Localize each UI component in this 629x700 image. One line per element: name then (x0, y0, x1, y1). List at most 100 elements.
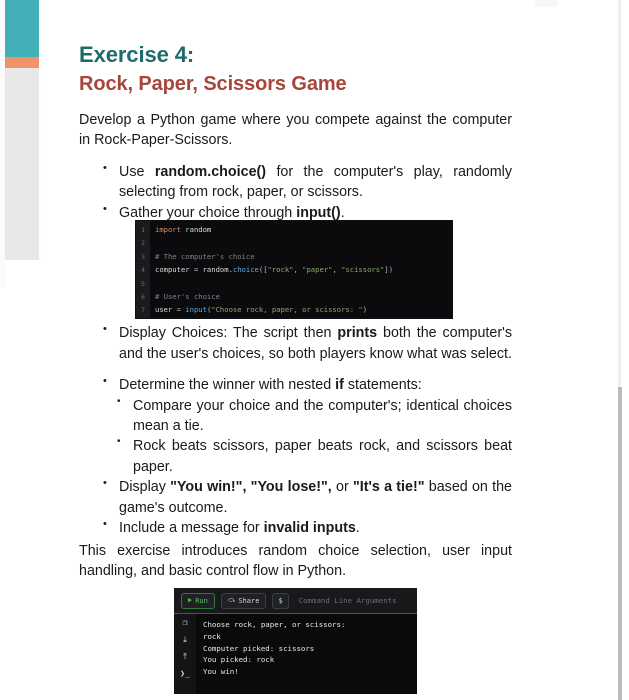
code-line-content: # The computer's choice (150, 252, 255, 261)
rail-accent-gray (5, 68, 39, 260)
page-right-edge-light (618, 0, 621, 387)
code-line: 3 # The computer's choice (136, 250, 452, 263)
requirements-list-4: Display "You win!", "You lose!", or "It'… (79, 476, 512, 538)
code-line: 6 # User's choice (136, 290, 452, 303)
code-token: = (176, 305, 186, 315)
list-item: Display "You win!", "You lose!", or "It'… (101, 476, 512, 518)
code-token: "paper" (302, 265, 333, 275)
code-token: random. (202, 265, 233, 275)
requirements-list-2: Display Choices: The script then prints … (79, 322, 512, 364)
code-line-content (150, 238, 155, 247)
copy-icon[interactable]: ❐ (183, 619, 188, 627)
bullet-5-text-a: Display (119, 479, 171, 496)
share-arrow-icon: ⤼ (227, 596, 236, 604)
bullet-3-bold: prints (337, 325, 378, 342)
code-line-number: 5 (141, 279, 145, 288)
code-token: input (185, 305, 207, 315)
code-token: random (180, 225, 212, 234)
requirements-list-3: Determine the winner with nested if stat… (79, 374, 512, 395)
terminal-output: Choose rock, paper, or scissors: rock Comp… (196, 614, 417, 694)
nested-rules-list: Compare your choice and the computer's; … (79, 395, 512, 478)
code-token: "rock" (267, 265, 294, 275)
download-icon[interactable]: ⤓ (183, 636, 187, 644)
page-subtitle: Rock, Paper, Scissors Game (79, 72, 347, 95)
terminal-output-line: You win! (203, 667, 239, 677)
code-token: ) (362, 305, 368, 315)
code-line-number: 2 (141, 239, 145, 248)
outro-paragraph: This exercise introduces random choice s… (79, 542, 512, 580)
command-line-arguments-input[interactable]: Command Line Arguments (295, 596, 397, 605)
code-token: , (332, 265, 342, 275)
code-token: , (293, 265, 303, 275)
terminal-output-line: Choose rock, paper, or scissors: (203, 620, 346, 629)
code-line: 2 (136, 236, 452, 249)
bullet-3-text-a: Display Choices: The script then (119, 325, 338, 342)
code-screenshot: 1 import random 2 3 # The computer's choice 4… (136, 221, 452, 318)
code-line-content (150, 279, 155, 288)
list-item: Determine the winner with nested if stat… (101, 374, 512, 395)
code-token: ([ (258, 265, 268, 275)
code-line-content: user = input("Choose rock, paper, or sci… (150, 305, 367, 314)
terminal-prompt-icon[interactable]: ❯_ (180, 670, 190, 678)
code-line-content: computer = random.choice(["rock", "paper… (150, 265, 393, 274)
share-button[interactable]: ⤼ Share (220, 592, 267, 609)
code-line-number: 6 (141, 292, 145, 301)
document-page: Exercise 4: Rock, Paper, Scissors Game D… (0, 0, 629, 700)
bullet-5-bold-2: "It's a tie!" (352, 479, 425, 496)
terminal-output-line: rock (203, 631, 221, 641)
terminal-side-rail: ❐ ⤓ ⤒ ❯_ (174, 614, 196, 694)
bullet-6-text-b: . (355, 520, 360, 537)
shell-button[interactable]: $ (272, 592, 289, 609)
terminal-output-line: Computer picked: scissors (203, 643, 315, 653)
rail-accent-teal (5, 0, 39, 57)
bullet-2-code: input() (296, 204, 341, 221)
page-outer-margin (622, 0, 629, 700)
run-button-label: Run (195, 596, 208, 605)
bullet-5-text-mid: or (331, 479, 353, 496)
bullet-6-text-a: Include a message for (119, 520, 264, 537)
bullet-1-code: random.choice() (154, 163, 267, 180)
upload-icon[interactable]: ⤒ (183, 653, 187, 661)
code-token: choice (232, 265, 259, 275)
list-gap (79, 364, 512, 375)
code-lines: 1 import random 2 3 # The computer's choice 4… (136, 223, 452, 317)
terminal-toolbar: ▶ Run ⤼ Share $ Command Line Arguments (174, 588, 417, 614)
code-line-number: 7 (141, 306, 145, 315)
code-line: 4 computer = random.choice(["rock", "pape… (136, 263, 452, 276)
list-item: Rock beats scissors, paper beats rock, a… (115, 435, 512, 477)
list-item: Include a message for invalid inputs. (101, 517, 512, 538)
list-item: Use random.choice() for the computer's p… (101, 161, 512, 203)
dollar-icon: $ (278, 596, 283, 605)
code-line-number: 1 (141, 226, 145, 234)
bullet-4-bold: if (335, 377, 344, 394)
page-title: Exercise 4: (79, 42, 195, 67)
code-line-number: 3 (141, 252, 145, 261)
code-line-content: # User's choice (150, 292, 220, 301)
bullet-5-bold-1: "You win!", "You lose!", (170, 479, 332, 496)
code-token: user (155, 305, 177, 315)
code-line: 1 import random (136, 223, 452, 236)
run-button[interactable]: ▶ Run (181, 592, 215, 609)
page-top-artifact (535, 0, 557, 7)
bullet-4-text-b: statements: (343, 377, 422, 394)
requirements-list: Use random.choice() for the computer's p… (79, 161, 512, 223)
code-token: "Choose rock, paper, or scissors: " (211, 305, 363, 315)
share-button-label: Share (238, 596, 260, 605)
intro-paragraph: Develop a Python game where you compete … (79, 112, 512, 149)
code-token: computer (155, 265, 194, 275)
code-token: # User's choice (155, 291, 220, 301)
code-line-number: 4 (141, 266, 145, 275)
bullet-2-text-a: Gather your choice through (119, 204, 297, 221)
code-token: ]) (384, 265, 394, 275)
code-line: 7 user = input("Choose rock, paper, or sc… (136, 303, 452, 316)
code-line: 5 (136, 277, 452, 290)
bullet-1-text-a: Use (119, 163, 155, 180)
list-item: Display Choices: The script then prints … (101, 322, 512, 364)
rail-edge (39, 0, 42, 260)
code-token: "scissors" (341, 265, 385, 275)
bullet-6-bold: invalid inputs (263, 520, 356, 537)
play-icon: ▶ (188, 596, 193, 604)
code-token: import (155, 225, 181, 234)
terminal-body: ❐ ⤓ ⤒ ❯_ Choose rock, paper, or scissors: ro… (174, 614, 417, 694)
code-token: = (193, 265, 203, 275)
